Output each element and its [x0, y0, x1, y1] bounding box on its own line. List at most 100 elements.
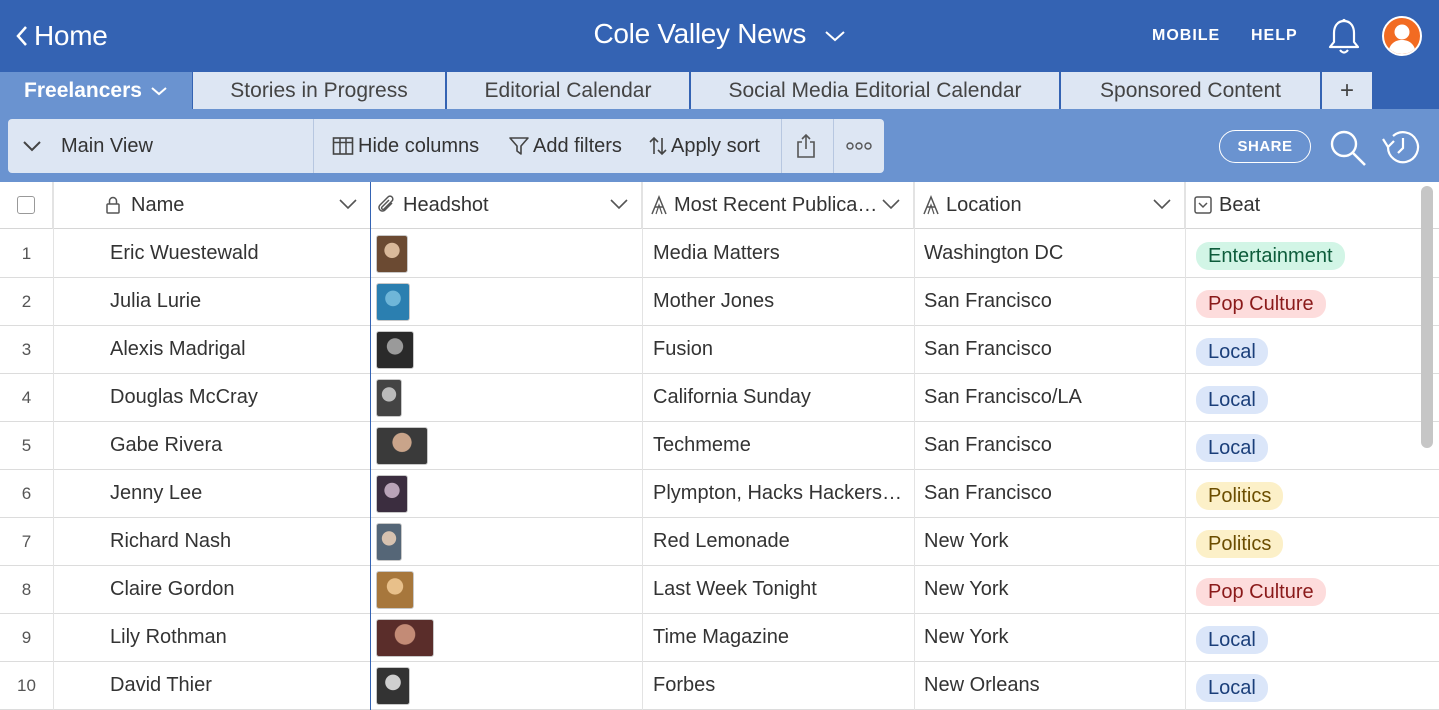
chevron-down-icon[interactable] [1152, 198, 1172, 210]
location-cell[interactable]: Washington DC [924, 230, 1179, 277]
table-row[interactable]: 3 Alexis Madrigal Fusion San Francisco Local [0, 326, 1439, 374]
share-button[interactable]: SHARE [1219, 130, 1311, 163]
chevron-down-icon[interactable] [338, 198, 358, 210]
beat-cell[interactable]: Local [1196, 422, 1416, 469]
tab-editorial-calendar[interactable]: Editorial Calendar [446, 72, 690, 109]
table-row[interactable]: 6 Jenny Lee Plympton, Hacks Hackers… San Fr… [0, 470, 1439, 518]
tab-freelancers[interactable]: Freelancers [0, 72, 192, 109]
tab-social-media-editorial-calendar[interactable]: Social Media Editorial Calendar [690, 72, 1060, 109]
headshot-thumbnail[interactable] [376, 522, 402, 561]
column-header-publication[interactable]: Most Recent Publica… [642, 182, 914, 229]
location-cell[interactable]: New Orleans [924, 662, 1179, 709]
publication-cell[interactable]: Plympton, Hacks Hackers… [653, 470, 908, 517]
name-cell[interactable]: Lily Rothman [110, 614, 365, 661]
name-cell[interactable]: Claire Gordon [110, 566, 365, 613]
select-all-checkbox[interactable] [17, 196, 35, 214]
headshot-thumbnail[interactable] [376, 282, 410, 321]
add-table-button[interactable]: + [1321, 72, 1373, 109]
more-options-icon[interactable] [846, 119, 872, 173]
headshot-cell[interactable] [376, 614, 636, 661]
location-cell[interactable]: San Francisco [924, 422, 1179, 469]
location-cell[interactable]: New York [924, 518, 1179, 565]
name-cell[interactable]: Eric Wuestewald [110, 230, 365, 277]
headshot-cell[interactable] [376, 422, 636, 469]
location-cell[interactable]: San Francisco/LA [924, 374, 1179, 421]
bell-icon[interactable] [1326, 18, 1362, 61]
chevron-down-icon[interactable] [881, 198, 901, 210]
headshot-cell[interactable] [376, 230, 636, 277]
location-cell[interactable]: New York [924, 566, 1179, 613]
headshot-cell[interactable] [376, 566, 636, 613]
search-icon[interactable] [1328, 128, 1368, 173]
tab-sponsored-content[interactable]: Sponsored Content [1060, 72, 1321, 109]
vertical-scrollbar[interactable] [1421, 186, 1433, 448]
apply-sort-button[interactable]: Apply sort [648, 119, 760, 173]
headshot-cell[interactable] [376, 326, 636, 373]
tab-stories-in-progress[interactable]: Stories in Progress [192, 72, 446, 109]
hide-columns-button[interactable]: Hide columns [332, 119, 479, 173]
headshot-cell[interactable] [376, 470, 636, 517]
beat-cell[interactable]: Local [1196, 374, 1416, 421]
publication-cell[interactable]: Mother Jones [653, 278, 908, 325]
name-cell[interactable]: Gabe Rivera [110, 422, 365, 469]
history-icon[interactable] [1380, 127, 1422, 172]
name-cell[interactable]: Alexis Madrigal [110, 326, 365, 373]
headshot-thumbnail[interactable] [376, 618, 434, 657]
headshot-thumbnail[interactable] [376, 570, 414, 609]
beat-cell[interactable]: Local [1196, 326, 1416, 373]
publication-cell[interactable]: Media Matters [653, 230, 908, 277]
headshot-cell[interactable] [376, 278, 636, 325]
name-cell[interactable]: Douglas McCray [110, 374, 365, 421]
publication-cell[interactable]: California Sunday [653, 374, 908, 421]
mobile-link[interactable]: MOBILE [1152, 27, 1220, 45]
headshot-cell[interactable] [376, 518, 636, 565]
beat-cell[interactable]: Local [1196, 662, 1416, 709]
publication-cell[interactable]: Forbes [653, 662, 908, 709]
column-header-headshot[interactable]: Headshot [371, 182, 642, 229]
name-cell[interactable]: Richard Nash [110, 518, 365, 565]
headshot-thumbnail[interactable] [376, 666, 410, 705]
column-header-beat[interactable]: Beat [1185, 182, 1439, 229]
publication-cell[interactable]: Fusion [653, 326, 908, 373]
publication-cell[interactable]: Last Week Tonight [653, 566, 908, 613]
table-row[interactable]: 8 Claire Gordon Last Week Tonight New York P… [0, 566, 1439, 614]
chevron-down-icon[interactable] [609, 198, 629, 210]
publication-cell[interactable]: Techmeme [653, 422, 908, 469]
name-cell[interactable]: Julia Lurie [110, 278, 365, 325]
beat-cell[interactable]: Pop Culture [1196, 566, 1416, 613]
beat-cell[interactable]: Politics [1196, 470, 1416, 517]
location-cell[interactable]: San Francisco [924, 278, 1179, 325]
table-row[interactable]: 2 Julia Lurie Mother Jones San Francisco Pop… [0, 278, 1439, 326]
name-cell[interactable]: David Thier [110, 662, 365, 709]
table-row[interactable]: 7 Richard Nash Red Lemonade New York Politic… [0, 518, 1439, 566]
beat-cell[interactable]: Pop Culture [1196, 278, 1416, 325]
publication-cell[interactable]: Time Magazine [653, 614, 908, 661]
table-row[interactable]: 9 Lily Rothman Time Magazine New York Local [0, 614, 1439, 662]
headshot-thumbnail[interactable] [376, 330, 414, 369]
publication-cell[interactable]: Red Lemonade [653, 518, 908, 565]
location-cell[interactable]: San Francisco [924, 470, 1179, 517]
share-export-icon[interactable] [795, 119, 817, 173]
column-header-location[interactable]: Location [914, 182, 1185, 229]
location-cell[interactable]: New York [924, 614, 1179, 661]
user-avatar[interactable] [1382, 16, 1422, 56]
table-row[interactable]: 1 Eric Wuestewald Media Matters Washington … [0, 230, 1439, 278]
beat-cell[interactable]: Local [1196, 614, 1416, 661]
table-row[interactable]: 5 Gabe Rivera Techmeme San Francisco Local [0, 422, 1439, 470]
view-switcher[interactable]: Main View [22, 119, 153, 173]
headshot-thumbnail[interactable] [376, 378, 402, 417]
beat-cell[interactable]: Politics [1196, 518, 1416, 565]
help-link[interactable]: HELP [1251, 27, 1298, 45]
add-filters-button[interactable]: Add filters [508, 119, 622, 173]
column-header-name[interactable]: Name [53, 182, 371, 229]
table-row[interactable]: 4 Douglas McCray California Sunday San Fran… [0, 374, 1439, 422]
headshot-cell[interactable] [376, 374, 636, 421]
headshot-thumbnail[interactable] [376, 426, 428, 465]
beat-cell[interactable]: Entertainment [1196, 230, 1416, 277]
location-cell[interactable]: San Francisco [924, 326, 1179, 373]
headshot-thumbnail[interactable] [376, 234, 408, 273]
base-title[interactable]: Cole Valley News [0, 18, 1439, 50]
headshot-thumbnail[interactable] [376, 474, 408, 513]
name-cell[interactable]: Jenny Lee [110, 470, 365, 517]
headshot-cell[interactable] [376, 662, 636, 709]
